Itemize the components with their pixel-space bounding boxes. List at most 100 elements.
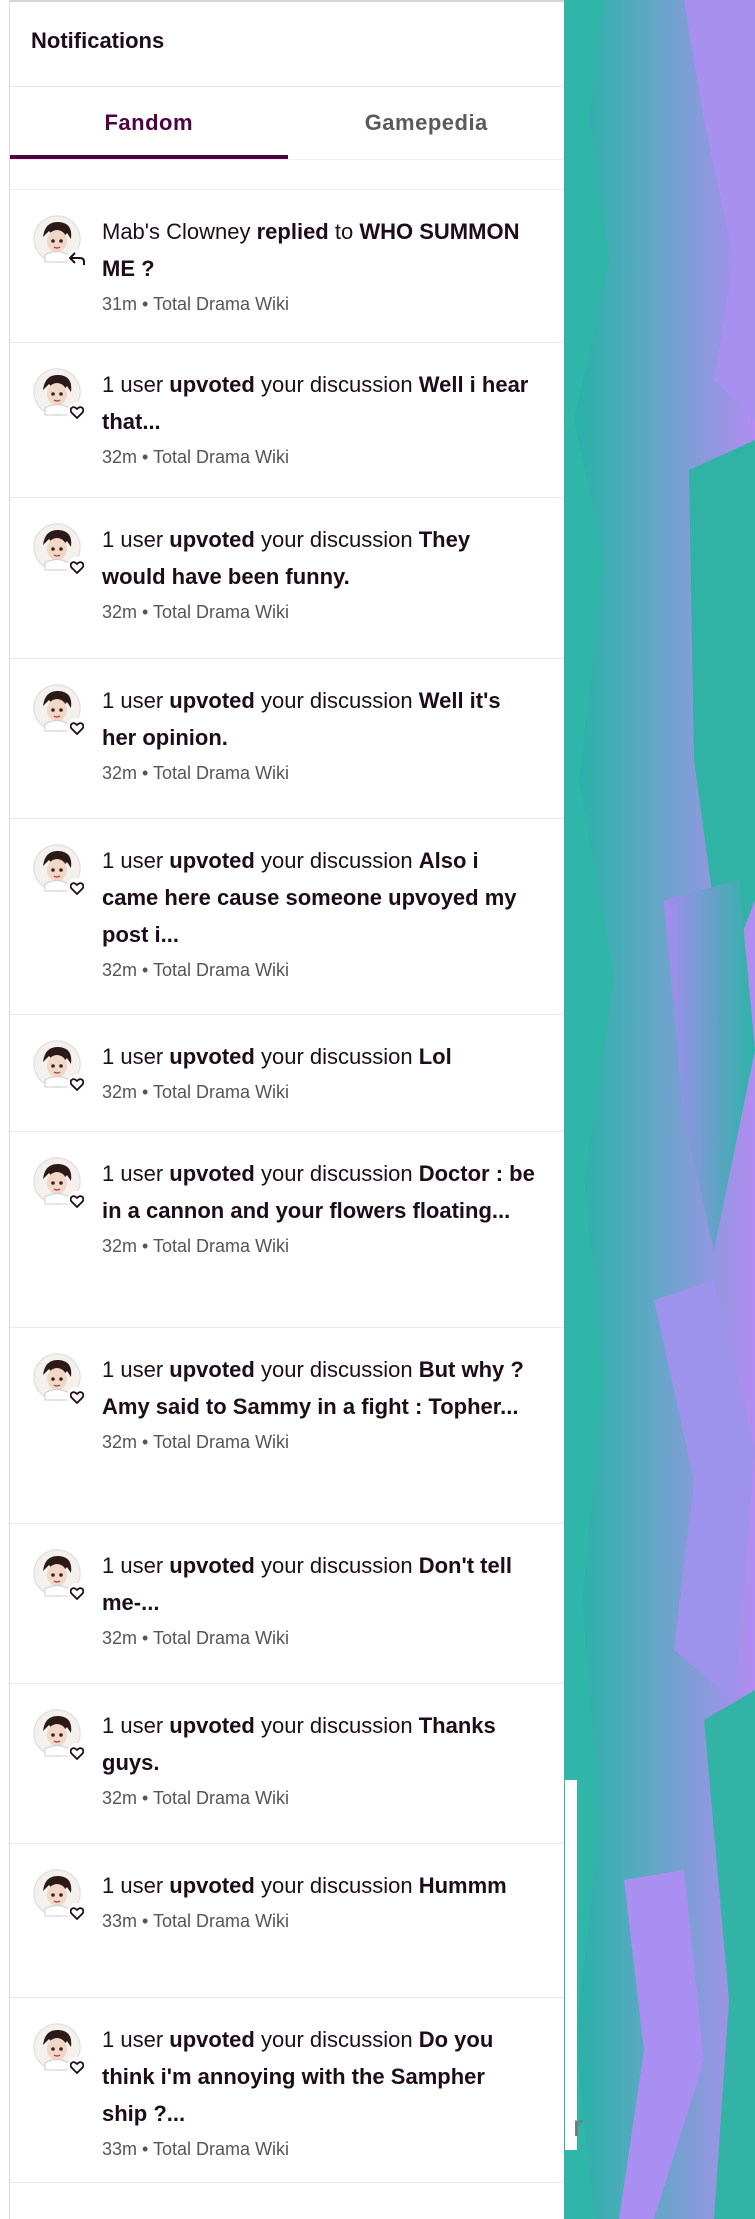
heart-icon	[67, 402, 87, 422]
notification-wiki[interactable]: Total Drama Wiki	[153, 1911, 289, 1931]
meta-separator: •	[142, 2139, 149, 2159]
notification-meta: 32m • Total Drama Wiki	[102, 599, 535, 625]
notification-item[interactable]: 1 user upvoted your discussion Do you th…	[10, 1998, 565, 2183]
notification-connector: your discussion	[260, 1873, 413, 1898]
notification-connector: your discussion	[260, 372, 413, 397]
notification-time: 33m	[102, 1911, 138, 1931]
notification-meta: 32m • Total Drama Wiki	[102, 1079, 535, 1105]
notification-connector: your discussion	[260, 1044, 413, 1069]
avatar[interactable]	[33, 1157, 87, 1211]
notification-wiki[interactable]: Total Drama Wiki	[153, 294, 289, 314]
notification-action: upvoted	[169, 1713, 255, 1738]
avatar[interactable]	[33, 1549, 87, 1603]
avatar[interactable]	[33, 2023, 87, 2077]
notification-wiki[interactable]: Total Drama Wiki	[153, 1236, 289, 1256]
decorative-paint-strokes	[564, 0, 755, 2219]
notification-action: replied	[256, 219, 329, 244]
notification-item[interactable]: 1 user upvoted your discussion Well it's…	[10, 659, 565, 819]
background-text-fragment: r	[573, 2110, 583, 2143]
notification-connector: your discussion	[260, 1357, 413, 1382]
notification-wiki[interactable]: Total Drama Wiki	[153, 960, 289, 980]
notification-item[interactable]: Mab's Clowney replied to WHO SUMMON ME ?…	[10, 190, 565, 343]
avatar[interactable]	[33, 1869, 87, 1923]
notification-meta: 32m • Total Drama Wiki	[102, 1625, 535, 1651]
avatar[interactable]	[33, 1040, 87, 1094]
avatar[interactable]	[33, 523, 87, 577]
heart-icon	[67, 1583, 87, 1603]
notification-wiki[interactable]: Total Drama Wiki	[153, 447, 289, 467]
meta-separator: •	[142, 1788, 149, 1808]
notification-text: 1 user upvoted your discussion Hummm	[102, 1867, 535, 1904]
meta-separator: •	[142, 1911, 149, 1931]
notification-action: upvoted	[169, 688, 255, 713]
notification-time: 32m	[102, 1236, 138, 1256]
reply-arrow-icon	[67, 249, 87, 269]
avatar[interactable]	[33, 1353, 87, 1407]
meta-separator: •	[142, 294, 149, 314]
notification-connector: your discussion	[260, 1553, 413, 1578]
notification-post-title[interactable]: Hummm	[419, 1873, 507, 1898]
notification-action: upvoted	[169, 848, 255, 873]
notification-item[interactable]: 1 user upvoted your discussion Doctor : …	[10, 1132, 565, 1328]
notification-action: upvoted	[169, 2027, 255, 2052]
meta-separator: •	[142, 447, 149, 467]
notification-time: 32m	[102, 1628, 138, 1648]
notification-wiki[interactable]: Total Drama Wiki	[153, 1082, 289, 1102]
panel-title: Notifications	[31, 27, 165, 53]
notification-item[interactable]: 1 user upvoted your discussion But why ?…	[10, 1328, 565, 1524]
tab-fandom[interactable]: Fandom	[10, 87, 288, 159]
notification-wiki[interactable]: Total Drama Wiki	[153, 2139, 289, 2159]
notification-action: upvoted	[169, 1161, 255, 1186]
avatar[interactable]	[33, 684, 87, 738]
notification-text: 1 user upvoted your discussion Lol	[102, 1038, 535, 1075]
meta-separator: •	[142, 1236, 149, 1256]
notification-tabs: Fandom Gamepedia	[10, 87, 565, 160]
notification-wiki[interactable]: Total Drama Wiki	[153, 763, 289, 783]
notification-meta: 32m • Total Drama Wiki	[102, 760, 535, 786]
notification-connector: your discussion	[260, 527, 413, 552]
notification-item[interactable]: 1 user upvoted your discussion Don't tel…	[10, 1524, 565, 1684]
notification-item[interactable]: 1 user upvoted your discussion Hummm 33m…	[10, 1844, 565, 1998]
notification-actor: 1 user	[102, 1873, 164, 1898]
meta-separator: •	[142, 602, 149, 622]
meta-separator: •	[142, 960, 149, 980]
heart-icon	[67, 2057, 87, 2077]
notification-text: 1 user upvoted your discussion They woul…	[102, 521, 535, 595]
notification-meta: 32m • Total Drama Wiki	[102, 957, 535, 983]
notification-action: upvoted	[169, 1357, 255, 1382]
avatar[interactable]	[33, 844, 87, 898]
notification-connector: your discussion	[260, 688, 413, 713]
heart-icon	[67, 1387, 87, 1407]
notification-text: 1 user upvoted your discussion Also i ca…	[102, 842, 535, 953]
notification-meta: 33m • Total Drama Wiki	[102, 1908, 535, 1934]
meta-separator: •	[142, 1432, 149, 1452]
notification-text: Mab's Clowney replied to WHO SUMMON ME ?	[102, 213, 535, 287]
notification-time: 32m	[102, 960, 138, 980]
notification-connector: your discussion	[260, 848, 413, 873]
panel-header: Notifications	[10, 0, 565, 87]
notification-meta: 31m • Total Drama Wiki	[102, 291, 535, 317]
notification-time: 32m	[102, 763, 138, 783]
tab-gamepedia[interactable]: Gamepedia	[288, 87, 566, 159]
notification-connector: your discussion	[260, 1713, 413, 1738]
notification-item[interactable]: 1 user upvoted your discussion Well i he…	[10, 343, 565, 498]
avatar[interactable]	[33, 1709, 87, 1763]
notifications-panel: Notifications Fandom Gamepedia Mab's Clo…	[9, 0, 565, 2219]
notification-item[interactable]: 1 user upvoted your discussion They woul…	[10, 498, 565, 659]
notification-actor: 1 user	[102, 372, 164, 397]
notification-actor: Mab's Clowney	[102, 219, 251, 244]
notification-wiki[interactable]: Total Drama Wiki	[153, 602, 289, 622]
notification-wiki[interactable]: Total Drama Wiki	[153, 1788, 289, 1808]
notification-action: upvoted	[169, 1873, 255, 1898]
notification-text: 1 user upvoted your discussion Well it's…	[102, 682, 535, 756]
notification-post-title[interactable]: Lol	[419, 1044, 452, 1069]
notification-actor: 1 user	[102, 1713, 164, 1738]
notification-wiki[interactable]: Total Drama Wiki	[153, 1628, 289, 1648]
avatar[interactable]	[33, 215, 87, 269]
notification-list: Mab's Clowney replied to WHO SUMMON ME ?…	[10, 190, 565, 2183]
avatar[interactable]	[33, 368, 87, 422]
notification-wiki[interactable]: Total Drama Wiki	[153, 1432, 289, 1452]
notification-item[interactable]: 1 user upvoted your discussion Lol 32m •…	[10, 1015, 565, 1132]
notification-item[interactable]: 1 user upvoted your discussion Thanks gu…	[10, 1684, 565, 1844]
notification-item[interactable]: 1 user upvoted your discussion Also i ca…	[10, 819, 565, 1015]
